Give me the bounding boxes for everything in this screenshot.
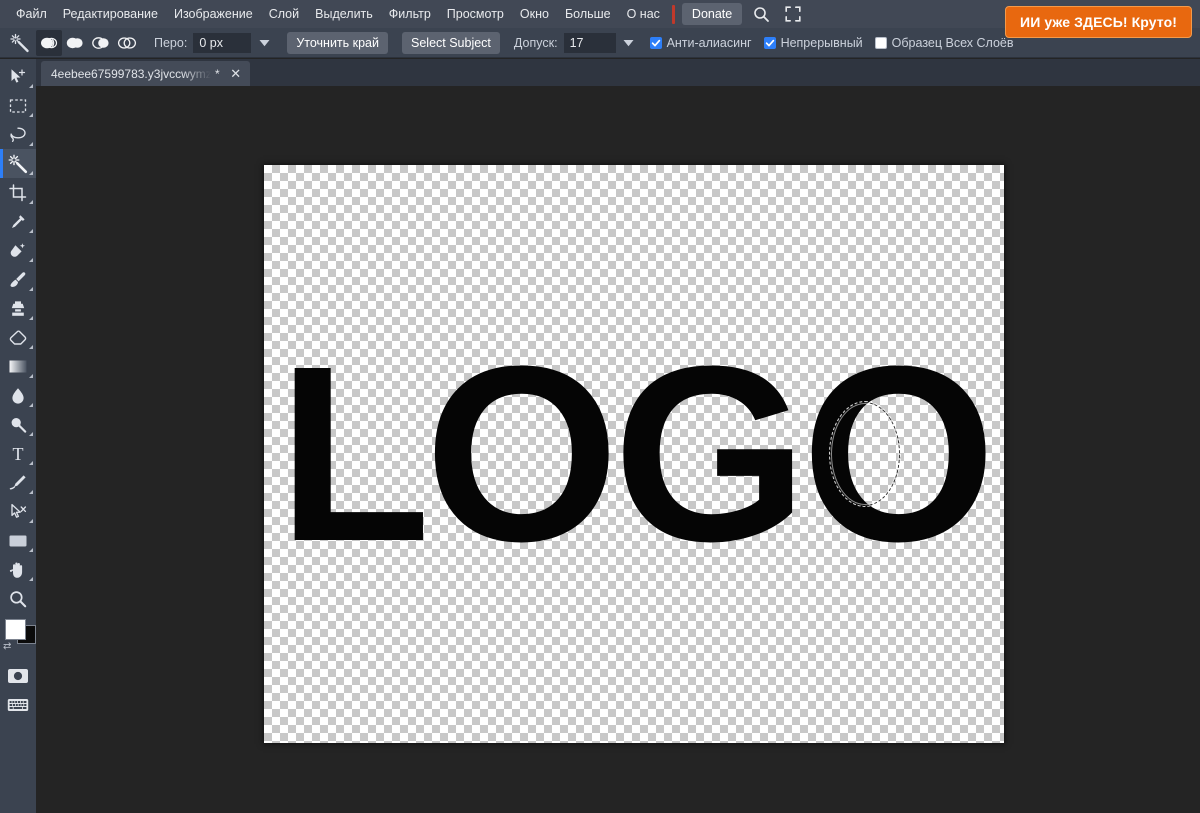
canvas-workspace[interactable]: LOGO bbox=[36, 86, 1200, 813]
tool-submenu-corner-icon bbox=[29, 113, 33, 117]
feather-label: Перо: bbox=[154, 35, 188, 50]
tool-submenu-corner-icon bbox=[29, 258, 33, 262]
crop-tool[interactable] bbox=[0, 178, 36, 207]
color-swatches[interactable]: ⇄ bbox=[0, 617, 36, 661]
tool-submenu-corner-icon bbox=[29, 287, 33, 291]
tool-submenu-corner-icon bbox=[29, 200, 33, 204]
document-tab[interactable]: 4eebee67599783.y3jvccwymz * ✕ bbox=[41, 61, 250, 86]
selection-mode-group bbox=[36, 29, 140, 56]
menu-about[interactable]: О нас bbox=[619, 2, 668, 26]
tool-submenu-corner-icon bbox=[29, 142, 33, 146]
document-tab-title: 4eebee67599783.y3jvccwymz bbox=[51, 66, 211, 81]
tool-submenu-corner-icon bbox=[29, 461, 33, 465]
donate-button[interactable]: Donate bbox=[681, 3, 743, 25]
canvas-shadow: LOGO bbox=[264, 165, 1004, 743]
search-icon[interactable] bbox=[748, 2, 774, 26]
tool-submenu-corner-icon bbox=[29, 345, 33, 349]
brush-tool[interactable] bbox=[0, 265, 36, 294]
contiguous-checkbox[interactable]: Непрерывный bbox=[763, 35, 863, 50]
close-icon[interactable]: ✕ bbox=[228, 66, 244, 82]
record-tool[interactable] bbox=[0, 661, 36, 690]
menu-image[interactable]: Изображение bbox=[166, 2, 261, 26]
sample-all-layers-checkbox[interactable]: Образец Всех Слоёв bbox=[874, 35, 1014, 50]
heal-tool[interactable] bbox=[0, 236, 36, 265]
path-select-tool[interactable] bbox=[0, 497, 36, 526]
tolerance-input[interactable] bbox=[563, 32, 616, 53]
shape-tool[interactable] bbox=[0, 526, 36, 555]
tools-panel: T ⇄ bbox=[0, 59, 36, 813]
feather-dropdown-chevron-down-icon[interactable] bbox=[255, 33, 273, 53]
image-canvas[interactable]: LOGO bbox=[264, 165, 1004, 743]
clone-stamp-tool[interactable] bbox=[0, 294, 36, 323]
move-tool[interactable] bbox=[0, 62, 36, 91]
keyboard-shortcuts-tool[interactable] bbox=[0, 690, 36, 719]
pen-tool[interactable] bbox=[0, 468, 36, 497]
tool-submenu-corner-icon bbox=[29, 403, 33, 407]
eyedropper-tool[interactable] bbox=[0, 207, 36, 236]
menu-edit[interactable]: Редактирование bbox=[55, 2, 166, 26]
checkbox-unchecked-icon bbox=[874, 36, 887, 49]
document-tab-bar: 4eebee67599783.y3jvccwymz * ✕ bbox=[36, 59, 1200, 86]
svg-text:T: T bbox=[13, 445, 24, 463]
contiguous-label: Непрерывный bbox=[780, 35, 863, 50]
tool-submenu-corner-icon bbox=[29, 84, 33, 88]
refine-edge-button[interactable]: Уточнить край bbox=[287, 31, 388, 54]
selection-mode-subtract[interactable] bbox=[88, 30, 114, 56]
menu-window[interactable]: Окно bbox=[512, 2, 557, 26]
magic-wand-tool[interactable] bbox=[0, 149, 36, 178]
gradient-tool[interactable] bbox=[0, 352, 36, 381]
selection-mode-add[interactable] bbox=[62, 30, 88, 56]
menu-view[interactable]: Просмотр bbox=[439, 2, 512, 26]
photo-editor-app: Файл Редактирование Изображение Слой Выд… bbox=[0, 0, 1200, 813]
antialias-label: Анти-алиасинг bbox=[666, 35, 752, 50]
zoom-tool[interactable] bbox=[0, 584, 36, 613]
tool-submenu-corner-icon bbox=[29, 432, 33, 436]
checkbox-checked-icon bbox=[649, 36, 662, 49]
type-tool[interactable]: T bbox=[0, 439, 36, 468]
tool-submenu-corner-icon bbox=[29, 229, 33, 233]
tool-submenu-corner-icon bbox=[29, 519, 33, 523]
blur-tool[interactable] bbox=[0, 381, 36, 410]
artwork-logo-text: LOGO bbox=[277, 314, 996, 593]
tool-submenu-corner-icon bbox=[29, 316, 33, 320]
eraser-tool[interactable] bbox=[0, 323, 36, 352]
swap-colors-icon[interactable]: ⇄ bbox=[3, 642, 11, 652]
ad-banner-button[interactable]: ИИ уже ЗДЕСЬ! Круто! bbox=[1005, 6, 1192, 38]
lasso-tool[interactable] bbox=[0, 120, 36, 149]
tool-submenu-corner-icon bbox=[29, 577, 33, 581]
selection-mode-new[interactable] bbox=[36, 29, 62, 56]
antialias-checkbox[interactable]: Анти-алиасинг bbox=[649, 35, 752, 50]
feather-input[interactable] bbox=[193, 32, 252, 53]
selection-mode-intersect[interactable] bbox=[114, 30, 140, 56]
tolerance-label: Допуск: bbox=[513, 35, 558, 50]
menu-file[interactable]: Файл bbox=[8, 2, 55, 26]
menu-divider bbox=[671, 4, 675, 24]
menu-filter[interactable]: Фильтр bbox=[381, 2, 439, 26]
tool-submenu-corner-icon bbox=[29, 490, 33, 494]
select-subject-button[interactable]: Select Subject bbox=[402, 31, 500, 54]
tool-submenu-corner-icon bbox=[29, 171, 33, 175]
magic-wand-icon bbox=[6, 30, 34, 56]
hand-tool[interactable] bbox=[0, 555, 36, 584]
foreground-color-swatch[interactable] bbox=[5, 619, 26, 640]
document-tab-dirty-marker: * bbox=[215, 66, 220, 81]
dodge-tool[interactable] bbox=[0, 410, 36, 439]
tolerance-dropdown-chevron-down-icon[interactable] bbox=[620, 33, 638, 53]
sample-all-layers-label: Образец Всех Слоёв bbox=[891, 35, 1014, 50]
menu-more[interactable]: Больше bbox=[557, 2, 619, 26]
checkbox-checked-icon bbox=[763, 36, 776, 49]
menu-select[interactable]: Выделить bbox=[307, 2, 381, 26]
marquee-tool[interactable] bbox=[0, 91, 36, 120]
menu-layer[interactable]: Слой bbox=[261, 2, 307, 26]
tool-submenu-corner-icon bbox=[29, 374, 33, 378]
tool-submenu-corner-icon bbox=[29, 548, 33, 552]
fullscreen-icon[interactable] bbox=[780, 2, 806, 26]
